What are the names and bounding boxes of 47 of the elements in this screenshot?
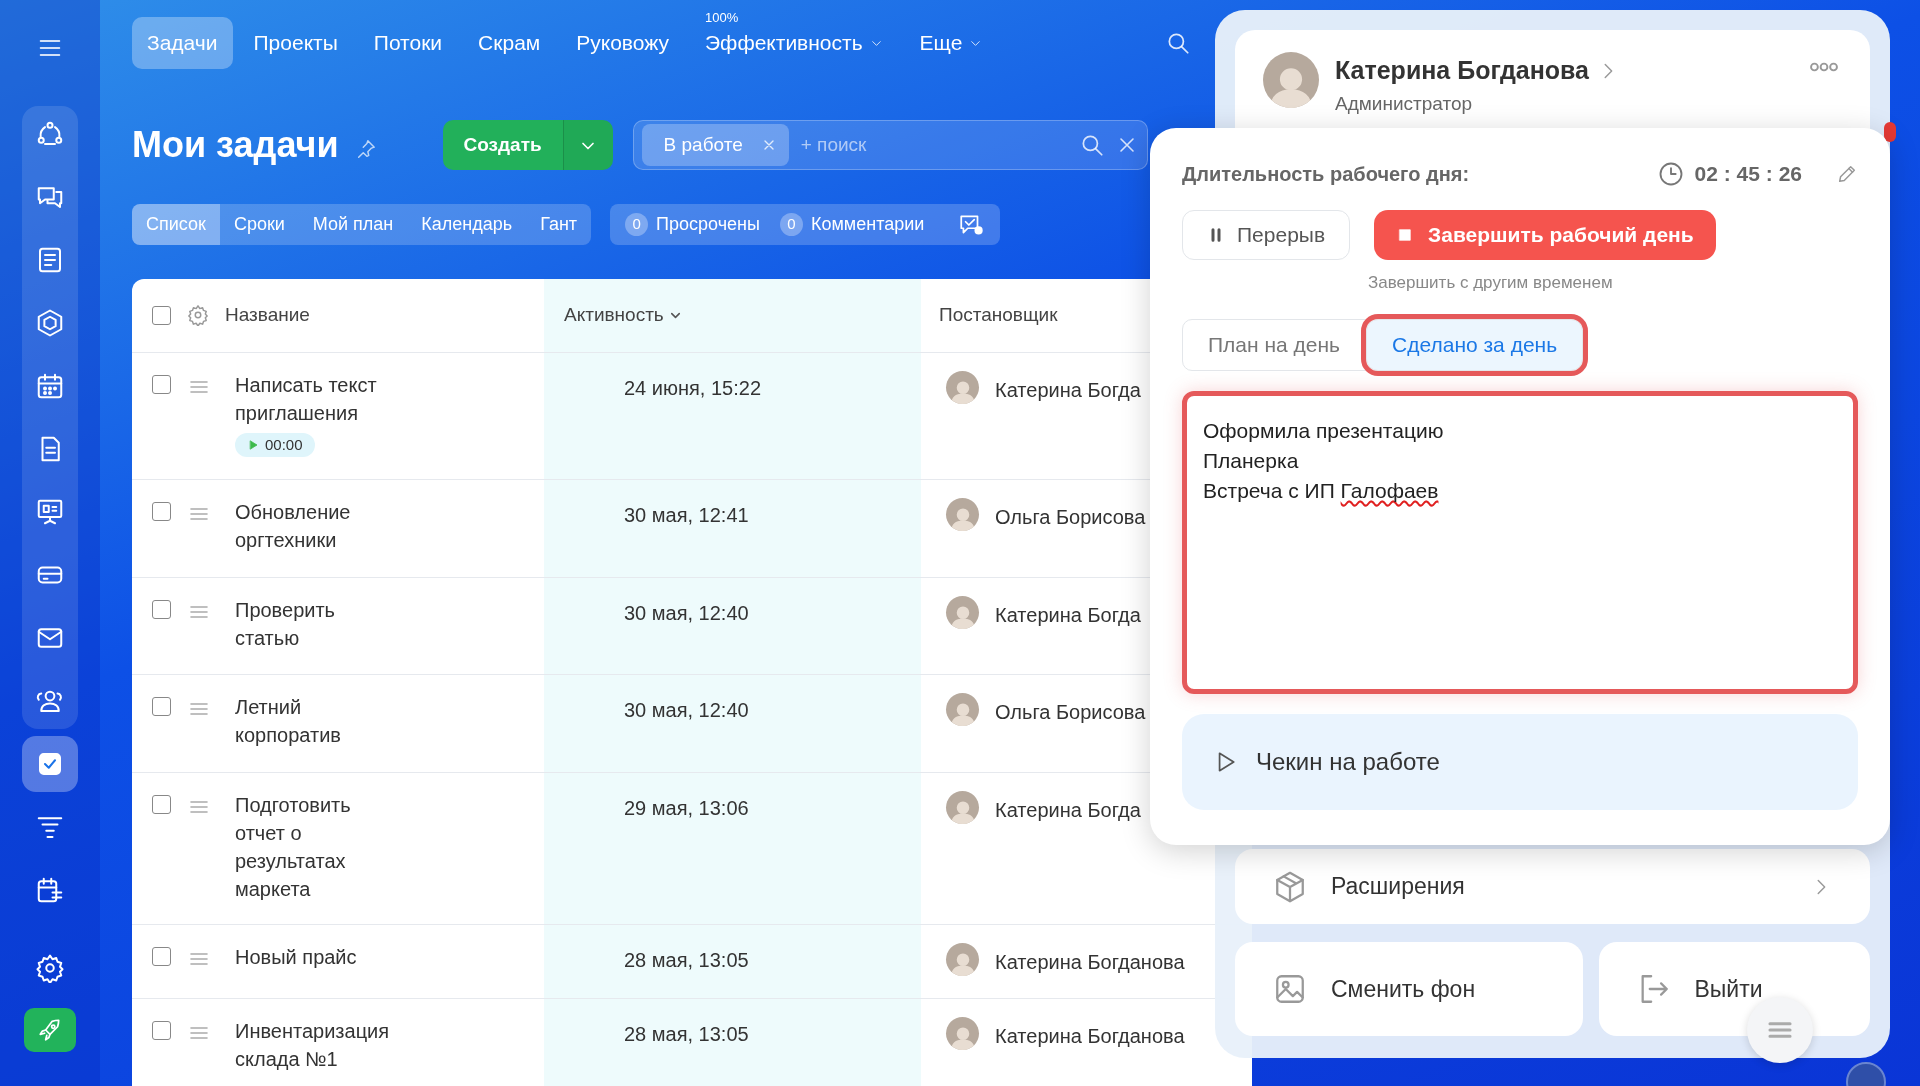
workday-title: Длительность рабочего дня: <box>1182 161 1471 187</box>
task-title[interactable]: Проверить статью <box>235 595 395 652</box>
counter-filter[interactable]: 0 Комментарии <box>779 211 931 238</box>
column-header: Постановщик <box>939 303 1058 327</box>
task-title[interactable]: Новый прайс <box>235 942 395 971</box>
percent-label: 100% <box>705 11 739 26</box>
pause-button[interactable]: Перерыв <box>1182 209 1351 260</box>
task-title[interactable]: Обновление оргтехники <box>235 497 395 554</box>
day-tab[interactable]: План на день <box>1182 319 1367 371</box>
page-title: Мои задачи <box>132 123 339 167</box>
task-title[interactable]: Инвентаризация склада №1 <box>235 1016 395 1073</box>
creator-name[interactable]: Катерина Богда <box>995 374 1141 405</box>
creator-name[interactable]: Катерина Богда <box>995 794 1141 825</box>
column-header[interactable]: Активность <box>564 301 664 330</box>
creator-name[interactable]: Ольга Борисова <box>995 696 1146 727</box>
logout-button[interactable]: Выйти <box>1598 942 1870 1036</box>
nav-tab[interactable]: Еще <box>904 17 999 69</box>
creator-name[interactable]: Ольга Борисова <box>995 501 1146 532</box>
report-field[interactable]: Оформила презентацию Планерка Встреча с ИП Галофаев <box>1182 391 1858 694</box>
activity-date: 28 мая, 13:05 <box>624 1022 749 1045</box>
nav-tab[interactable]: Руковожу <box>561 17 684 69</box>
checkin-button[interactable]: Чекин на работе <box>1182 714 1858 810</box>
task-title[interactable]: Летний корпоратив <box>235 692 395 749</box>
view-tab[interactable]: Гант <box>526 204 592 245</box>
creator-name[interactable]: Катерина Богданова <box>995 1020 1185 1051</box>
activity-date: 29 мая, 13:06 <box>624 796 749 819</box>
extensions-button[interactable]: Расширения <box>1235 849 1870 924</box>
counter-filter[interactable]: 0 Просрочены <box>625 211 766 238</box>
activity-date: 30 мая, 12:41 <box>624 503 749 526</box>
profile-name[interactable]: Катерина Богданова <box>1335 52 1589 90</box>
creator-name[interactable]: Катерина Богданова <box>995 946 1185 977</box>
task-title[interactable]: Подготовить отчет о результатах маркета <box>235 790 395 903</box>
timer-button[interactable]: 00:00 <box>235 432 315 457</box>
finish-other-time-link[interactable]: Завершить с другим временем <box>1368 269 1613 295</box>
column-header: Название <box>225 303 310 327</box>
nav-tab[interactable]: Скрам <box>463 17 556 69</box>
nav-tab[interactable]: Потоки <box>358 17 458 69</box>
creator-name[interactable]: Катерина Богда <box>995 599 1141 630</box>
activity-date: 30 мая, 12:40 <box>624 601 749 624</box>
task-title[interactable]: Написать текст приглашения <box>235 370 395 427</box>
activity-date: 30 мая, 12:40 <box>624 698 749 721</box>
workday-duration: 02 : 45 : 26 <box>1694 161 1802 187</box>
activity-date: 24 июня, 15:22 <box>624 376 761 399</box>
profile-role: Администратор <box>1335 91 1474 116</box>
change-background-button[interactable]: Сменить фон <box>1235 942 1583 1036</box>
activity-date: 28 мая, 13:05 <box>624 948 749 971</box>
nav-tab[interactable]: Проекты <box>238 17 353 69</box>
